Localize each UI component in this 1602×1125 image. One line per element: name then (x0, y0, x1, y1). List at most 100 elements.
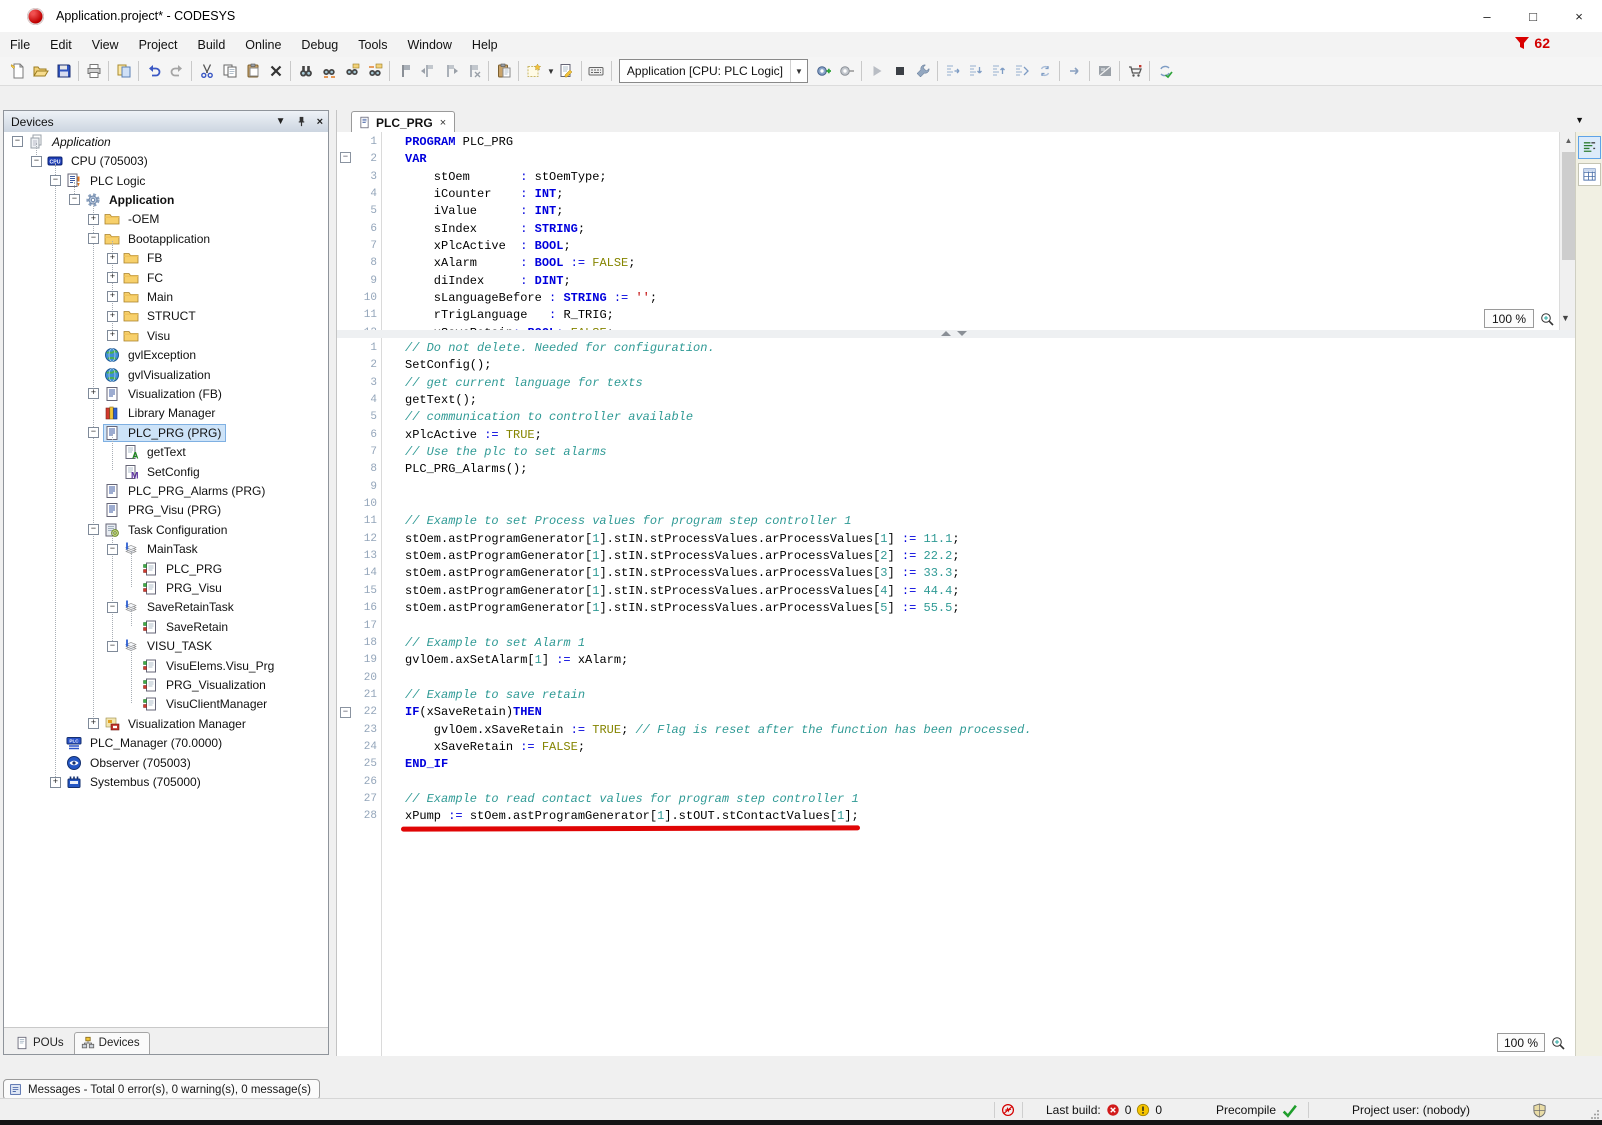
tree-item-setconfig[interactable]: MSetConfig (4, 462, 328, 481)
tree-item-gvlexception[interactable]: gvlException (4, 345, 328, 364)
tree-item-plc-prg-alarms-prg[interactable]: PLC_PRG_Alarms (PRG) (4, 481, 328, 500)
expand-toggle-icon[interactable]: − (69, 194, 80, 205)
expand-toggle-icon[interactable]: + (107, 311, 118, 322)
open-project-button[interactable] (29, 60, 52, 83)
update-devices-button[interactable] (1153, 60, 1176, 83)
tree-item-visuclientmanager[interactable]: VisuClientManager (4, 695, 328, 714)
expand-toggle-icon[interactable]: − (12, 136, 23, 147)
copy-button[interactable] (218, 60, 241, 83)
new-object-caret-icon[interactable]: ▼ (547, 67, 555, 76)
combo-dropdown-icon[interactable]: ▼ (790, 60, 807, 82)
device-tree[interactable]: −Application−CPUCPU (705003)−PLC Logic−A… (4, 132, 328, 1027)
maximize-button[interactable]: □ (1510, 0, 1556, 32)
tree-item-prg-visu[interactable]: PRG_Visu (4, 578, 328, 597)
tree-item-plc-prg-prg[interactable]: −PLC_PRG (PRG) (4, 423, 328, 442)
visualization-disabled-button[interactable] (1093, 60, 1116, 83)
close-button[interactable]: × (1556, 0, 1602, 32)
tree-item-fc[interactable]: +FC (4, 268, 328, 287)
active-application-combo[interactable]: Application [CPU: PLC Logic]▼ (619, 59, 808, 83)
menu-debug[interactable]: Debug (291, 35, 348, 55)
clear-bookmarks-button[interactable] (462, 60, 485, 83)
paste-button[interactable] (241, 60, 264, 83)
tree-item-fb[interactable]: +FB (4, 248, 328, 267)
tree-item-cpu-705003[interactable]: −CPUCPU (705003) (4, 151, 328, 170)
tab-devices[interactable]: Devices (74, 1032, 150, 1054)
menu-build[interactable]: Build (187, 35, 235, 55)
resize-grip[interactable] (1590, 1109, 1600, 1119)
redo-button[interactable] (165, 60, 188, 83)
minimize-button[interactable]: – (1464, 0, 1510, 32)
splitter-up-icon[interactable] (941, 331, 951, 336)
tree-item-visualization-manager[interactable]: +Visualization Manager (4, 714, 328, 733)
expand-toggle-icon[interactable]: + (88, 214, 99, 225)
expand-toggle-icon[interactable]: + (88, 718, 99, 729)
pin-icon[interactable] (296, 116, 307, 127)
tree-item-visu[interactable]: +Visu (4, 326, 328, 345)
tree-item-maintask[interactable]: −MainTask (4, 540, 328, 559)
implementation-zoom-level[interactable]: 100 % (1497, 1033, 1545, 1052)
menu-view[interactable]: View (82, 35, 129, 55)
expand-toggle-icon[interactable]: − (31, 156, 42, 167)
tree-item-struct[interactable]: +STRUCT (4, 307, 328, 326)
panel-menu-icon[interactable]: ▼ (276, 116, 286, 127)
tree-item-gvlvisualization[interactable]: gvlVisualization (4, 365, 328, 384)
tree-item-visuelems-visu-prg[interactable]: VisuElems.Visu_Prg (4, 656, 328, 675)
menu-online[interactable]: Online (235, 35, 291, 55)
tree-item-plc-logic[interactable]: −PLC Logic (4, 171, 328, 190)
expand-toggle-icon[interactable]: + (88, 388, 99, 399)
find-in-project-button[interactable] (340, 60, 363, 83)
security-shield-icon[interactable] (1532, 1099, 1547, 1121)
expand-toggle-icon[interactable]: − (50, 175, 61, 186)
close-panel-icon[interactable]: × (317, 116, 323, 128)
expand-toggle-icon[interactable]: + (107, 291, 118, 302)
tree-item-prg-visualization[interactable]: PRG_Visualization (4, 675, 328, 694)
tree-item-oem[interactable]: +-OEM (4, 210, 328, 229)
flow-control-button[interactable] (1063, 60, 1086, 83)
expand-toggle-icon[interactable]: + (107, 253, 118, 264)
new-project-button[interactable] (6, 60, 29, 83)
messages-bar[interactable]: Messages - Total 0 error(s), 0 warning(s… (3, 1079, 320, 1100)
implementation-editor[interactable]: − 1// Do not delete. Needed for configur… (337, 338, 1576, 1056)
login-button[interactable] (812, 60, 835, 83)
menu-tools[interactable]: Tools (348, 35, 397, 55)
tree-item-prg-visu-prg[interactable]: PRG_Visu (PRG) (4, 501, 328, 520)
reset-warm-button[interactable] (1033, 60, 1056, 83)
expand-toggle-icon[interactable]: − (88, 524, 99, 535)
save-project-button[interactable] (52, 60, 75, 83)
keyboard-input-button[interactable] (585, 60, 608, 83)
tree-item-library-manager[interactable]: Library Manager (4, 404, 328, 423)
paste-clipboard-button[interactable] (492, 60, 515, 83)
declaration-zoom-level[interactable]: 100 % (1484, 309, 1534, 328)
tab-pous[interactable]: POUs (8, 1032, 74, 1054)
undo-button[interactable] (142, 60, 165, 83)
cut-button[interactable] (195, 60, 218, 83)
start-button[interactable] (865, 60, 888, 83)
tree-item-task-configuration[interactable]: −Task Configuration (4, 520, 328, 539)
tree-item-saveretaintask[interactable]: −SaveRetainTask (4, 598, 328, 617)
tabular-declaration-view-button[interactable] (1578, 163, 1601, 186)
tree-item-application[interactable]: −Application (4, 132, 328, 151)
find-button[interactable] (294, 60, 317, 83)
expand-toggle-icon[interactable]: − (88, 233, 99, 244)
menu-edit[interactable]: Edit (40, 35, 82, 55)
tree-item-main[interactable]: +Main (4, 287, 328, 306)
fold-marker[interactable]: − (340, 707, 351, 718)
save-all-button[interactable] (112, 60, 135, 83)
replace-in-project-button[interactable] (363, 60, 386, 83)
expand-toggle-icon[interactable]: − (107, 602, 118, 613)
edit-object-button[interactable] (555, 60, 578, 83)
scroll-down-icon[interactable]: ▼ (1561, 313, 1570, 323)
step-over-button[interactable] (941, 60, 964, 83)
declaration-editor[interactable]: − 1PROGRAM PLC_PRG2VAR3 stOem : stOemTyp… (337, 132, 1559, 331)
build-button[interactable] (911, 60, 934, 83)
fold-marker[interactable]: − (340, 152, 351, 163)
tree-item-bootapplication[interactable]: −Bootapplication (4, 229, 328, 248)
tree-item-observer-705003[interactable]: Observer (705003) (4, 753, 328, 772)
print-button[interactable] (82, 60, 105, 83)
expand-toggle-icon[interactable]: − (107, 544, 118, 555)
toggle-bookmark-button[interactable] (393, 60, 416, 83)
splitter-down-icon[interactable] (957, 331, 967, 336)
step-into-button[interactable] (964, 60, 987, 83)
delete-button[interactable] (264, 60, 287, 83)
previous-bookmark-button[interactable] (416, 60, 439, 83)
